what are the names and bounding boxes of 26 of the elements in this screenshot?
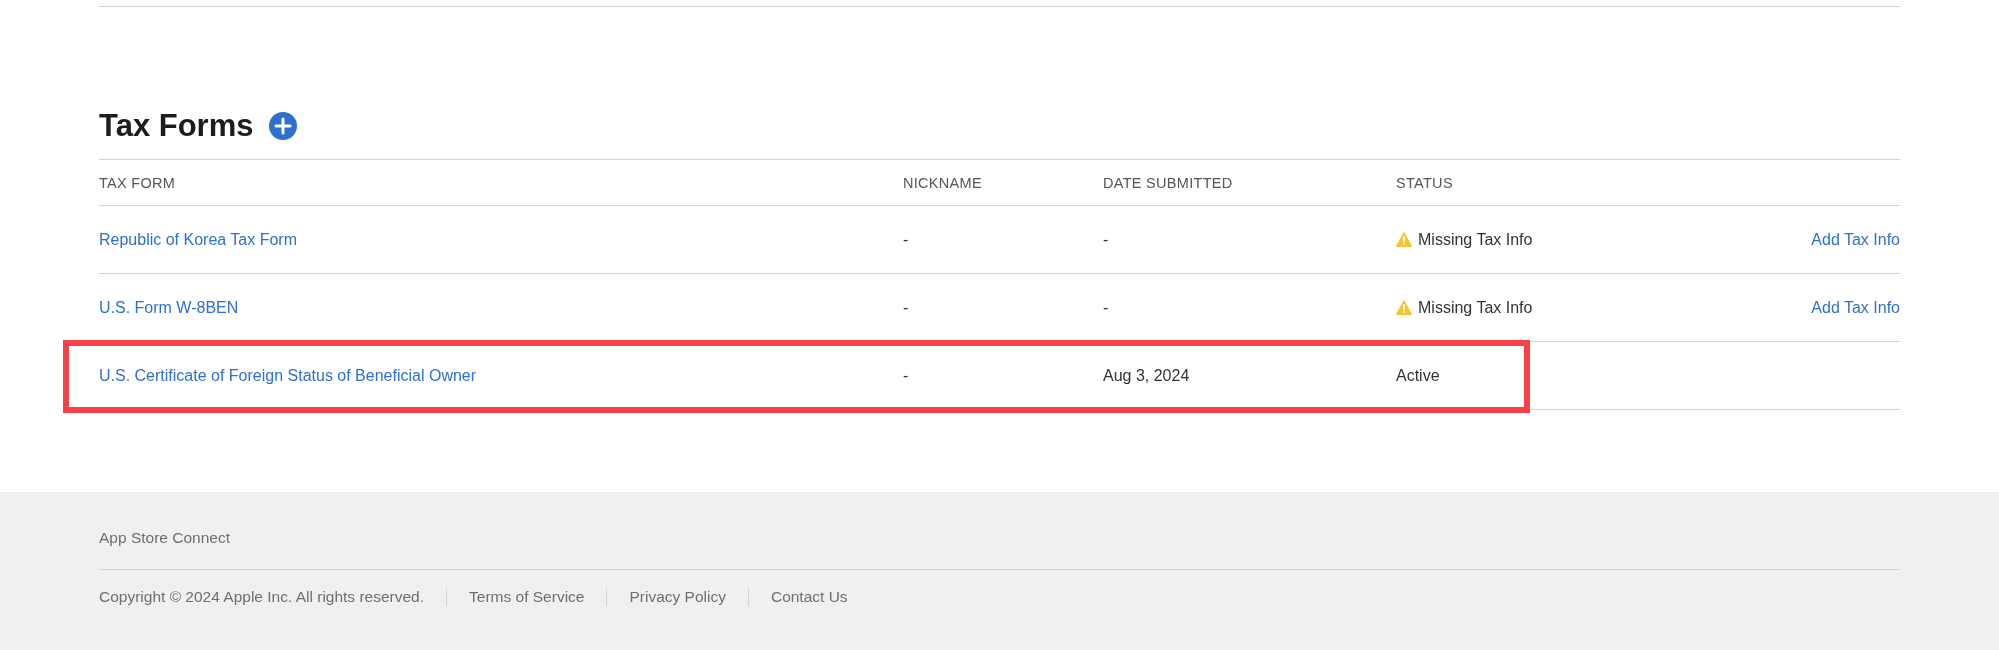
status-text: Active (1396, 366, 1440, 385)
section-title: Tax Forms (99, 108, 254, 144)
add-tax-info-link[interactable]: Add Tax Info (1811, 298, 1900, 317)
date-cell: - (1103, 230, 1109, 249)
form-link[interactable]: U.S. Form W-8BEN (99, 298, 239, 317)
date-cell: - (1103, 298, 1109, 317)
nickname-cell: - (903, 366, 909, 385)
column-header: TAX FORM (99, 174, 176, 191)
add-tax-info-link[interactable]: Add Tax Info (1811, 230, 1900, 249)
footer-link[interactable]: Contact Us (770, 588, 848, 606)
column-header: STATUS (1396, 174, 1453, 191)
status-text: Missing Tax Info (1418, 298, 1533, 317)
column-header: NICKNAME (903, 174, 982, 191)
copyright-text: Copyright © 2024 Apple Inc. All rights reserved. (99, 588, 425, 606)
nickname-cell: - (903, 230, 909, 249)
date-cell: Aug 3, 2024 (1103, 366, 1190, 385)
footer-title: App Store Connect (99, 529, 1900, 570)
column-header: DATE SUBMITTED (1103, 174, 1233, 191)
add-button[interactable] (269, 112, 298, 140)
form-link[interactable]: Republic of Korea Tax Form (99, 230, 297, 249)
footer-link[interactable]: Terms of Service (469, 588, 585, 606)
footer-link[interactable]: Privacy Policy (629, 588, 726, 606)
status-text: Missing Tax Info (1418, 230, 1533, 249)
nickname-cell: - (903, 298, 909, 317)
plus-icon (269, 112, 298, 140)
form-link[interactable]: U.S. Certificate of Foreign Status of Beneficial Owner (99, 366, 477, 385)
